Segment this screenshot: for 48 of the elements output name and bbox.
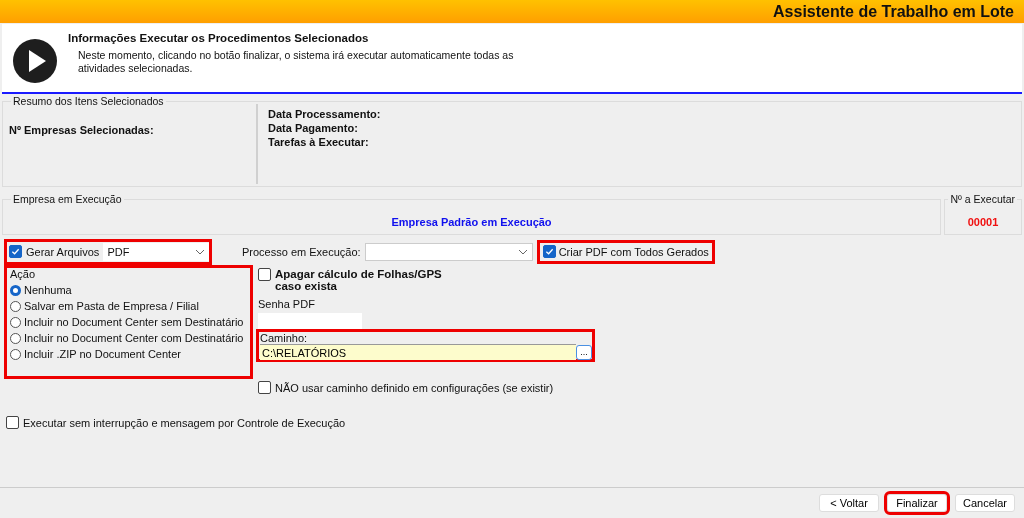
checkbox[interactable] — [9, 245, 22, 258]
checkbox[interactable] — [258, 381, 271, 394]
summary-label: Tarefas à Executar: — [268, 136, 370, 148]
process-label: Processo em Execução: — [242, 245, 361, 258]
summary-label: Data Processamento: — [268, 108, 382, 120]
path-field[interactable]: C:\RELATÓRIOS — [260, 344, 576, 360]
radio-label: Incluir .ZIP no Document Center — [24, 348, 181, 360]
chevron-down-icon — [517, 248, 528, 255]
header-description: Neste momento, clicando no botão finalizar, o sistema irá executar automaticamente todas as atividades selecionadas. — [78, 49, 515, 75]
checkbox[interactable] — [542, 245, 556, 258]
checkbox-label: Gerar Arquivos — [26, 245, 100, 258]
header-title: Informações Executar os Procedimentos Selecionados — [68, 32, 370, 44]
radio-label: Salvar em Pasta de Empresa / Filial — [24, 300, 199, 312]
counter-value: 00001 — [967, 216, 999, 228]
dialog-button[interactable]: < Voltar — [819, 494, 879, 512]
play-icon — [12, 38, 58, 84]
dialog-button[interactable]: Cancelar — [955, 494, 1015, 512]
password-field[interactable] — [258, 313, 362, 329]
radio-button[interactable] — [10, 332, 21, 344]
summary-label: Nº Empresas Selecionadas: — [9, 124, 154, 136]
radio-label: Incluir no Document Center sem Destinatário — [24, 316, 244, 328]
summary-label: Data Pagamento: — [268, 122, 359, 134]
dialog-button[interactable]: Finalizar — [887, 494, 947, 512]
format-dropdown[interactable]: PDF — [103, 242, 209, 261]
group-title: Nº a Executar — [948, 193, 1017, 205]
radio-button[interactable] — [10, 284, 21, 296]
radio-label: Nenhuma — [24, 284, 72, 296]
window-title: Assistente de Trabalho em Lote — [773, 2, 1014, 21]
field-label: Caminho: — [260, 332, 309, 344]
chevron-down-icon — [195, 248, 205, 255]
checkbox-label: Executar sem interrupção e mensagem por Controle de Execução — [23, 416, 346, 429]
radio-button[interactable] — [10, 348, 21, 360]
group-title: Resumo dos Itens Selecionados — [11, 95, 166, 107]
checkmark-icon — [11, 247, 20, 256]
radio-button[interactable] — [10, 316, 21, 328]
radio-label: Incluir no Document Center com Destinatário — [24, 332, 244, 344]
checkbox[interactable] — [258, 268, 271, 281]
checkbox-label: Apagar cálculo de Folhas/GPS caso exista — [275, 268, 443, 292]
group-title: Ação — [10, 268, 37, 280]
checkbox-label: NÃO usar caminho definido em configurações (se existir) — [275, 381, 554, 394]
field-label: Senha PDF — [258, 298, 316, 310]
checkbox-label: Criar PDF com Todos Gerados — [558, 245, 709, 258]
company-name: Empresa Padrão em Execução — [391, 216, 552, 228]
browse-button[interactable]: ... — [576, 344, 592, 360]
checkmark-icon — [544, 247, 554, 256]
radio-button[interactable] — [10, 300, 21, 312]
group-title: Empresa em Execução — [11, 193, 124, 205]
checkbox[interactable] — [6, 416, 19, 429]
